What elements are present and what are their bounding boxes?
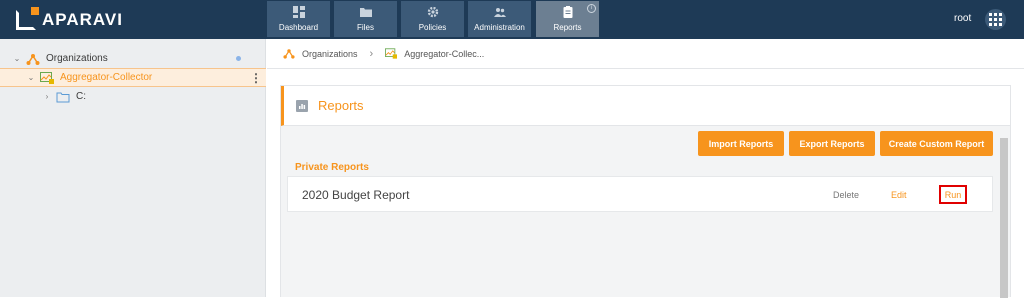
- tab-label: Dashboard: [278, 23, 319, 32]
- report-row[interactable]: 2020 Budget Report Delete Edit Run: [287, 176, 993, 212]
- tab-administration[interactable]: Administration: [468, 1, 531, 37]
- brand-name: APARAVI: [42, 10, 123, 29]
- page-title: Reports: [318, 98, 364, 113]
- tree-item-label: Aggregator-Collector: [60, 72, 153, 83]
- section-title: Private Reports: [295, 162, 369, 173]
- more-options-icon[interactable]: ⋮: [250, 71, 262, 85]
- breadcrumb-item[interactable]: Aggregator-Collec...: [404, 49, 484, 59]
- create-custom-report-button[interactable]: Create Custom Report: [880, 131, 993, 156]
- folder-icon: [56, 92, 70, 102]
- panel-header: Reports: [281, 86, 1010, 126]
- organizations-icon: [283, 49, 295, 59]
- delete-button[interactable]: Delete: [833, 190, 859, 200]
- chevron-right-icon: ›: [369, 47, 374, 60]
- tab-label: Reports: [553, 23, 582, 32]
- top-bar: APARAVI Dashboard Files Policies Adminis…: [0, 0, 1024, 39]
- report-chart-icon: [296, 99, 308, 112]
- tree-item-label: C:: [76, 91, 86, 102]
- reports-panel: Reports Import Reports Export Reports Cr…: [280, 85, 1011, 298]
- tab-policies[interactable]: Policies: [401, 1, 464, 37]
- edit-button[interactable]: Edit: [891, 190, 907, 200]
- user-name[interactable]: root: [954, 13, 971, 24]
- run-button[interactable]: Run: [939, 185, 967, 204]
- export-reports-button[interactable]: Export Reports: [789, 131, 875, 156]
- aggregator-icon: [385, 48, 398, 59]
- scrollbar[interactable]: [1000, 138, 1008, 298]
- tab-label: Administration: [474, 23, 525, 32]
- dashboard-icon: [292, 6, 305, 18]
- chevron-right-icon[interactable]: ›: [42, 92, 52, 101]
- breadcrumb-item[interactable]: Organizations: [302, 49, 358, 59]
- tree-item-drive-c[interactable]: › C:: [0, 87, 266, 106]
- report-name: 2020 Budget Report: [302, 188, 410, 202]
- import-reports-button[interactable]: Import Reports: [698, 131, 784, 156]
- tree-item-label: Organizations: [46, 53, 108, 64]
- clipboard-icon: [563, 6, 572, 18]
- info-icon[interactable]: i: [587, 4, 596, 13]
- tree-item-aggregator-collector[interactable]: ⌄ Aggregator-Collector ⋮: [0, 68, 266, 87]
- aparavi-logo[interactable]: APARAVI: [16, 7, 123, 32]
- tab-label: Files: [357, 23, 374, 32]
- chevron-down-icon[interactable]: ⌄: [12, 54, 22, 63]
- breadcrumb: Organizations › Aggregator-Collec...: [267, 39, 1024, 69]
- tab-label: Policies: [418, 23, 447, 32]
- sidebar: ⌄ Organizations ⌄ Aggregator-Collector ⋮…: [0, 39, 266, 297]
- tab-files[interactable]: Files: [334, 1, 397, 37]
- app-grid-icon[interactable]: [985, 9, 1006, 30]
- logo-mark-icon: [16, 7, 39, 30]
- folder-icon: [359, 8, 372, 17]
- chevron-down-icon[interactable]: ⌄: [26, 73, 36, 82]
- status-dot: [236, 56, 241, 61]
- tab-dashboard[interactable]: Dashboard: [267, 1, 330, 37]
- gear-icon: [427, 6, 438, 18]
- users-icon: [493, 8, 506, 17]
- panel-body: Import Reports Export Reports Create Cus…: [281, 126, 1010, 297]
- organizations-icon: [26, 53, 40, 65]
- aggregator-icon: [40, 71, 54, 84]
- tree-item-organizations[interactable]: ⌄ Organizations: [0, 49, 266, 68]
